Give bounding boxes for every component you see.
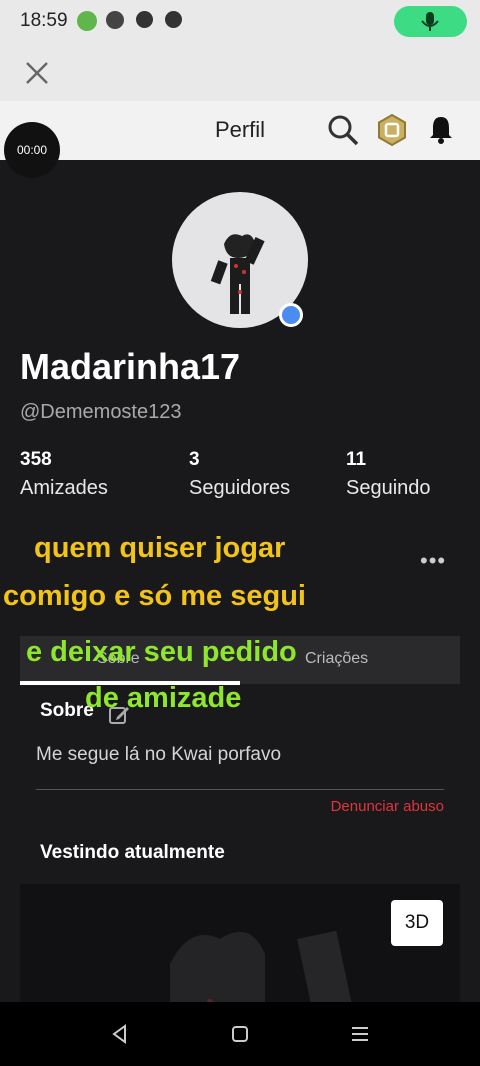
- followers-count[interactable]: 3: [189, 449, 200, 471]
- robux-icon[interactable]: [375, 113, 409, 147]
- notification-media-icon: [106, 11, 124, 29]
- bell-icon[interactable]: [424, 113, 458, 147]
- recents-nav-icon[interactable]: [346, 1020, 374, 1048]
- display-name: Madarinha17: [20, 346, 241, 387]
- search-icon[interactable]: [326, 113, 360, 147]
- overlay-caption-line-2: comigo e só me segui: [3, 580, 306, 612]
- home-nav-icon[interactable]: [226, 1020, 254, 1048]
- followers-label[interactable]: Seguidores: [189, 477, 290, 500]
- overlay-caption-line-4: de amizade: [85, 682, 242, 714]
- screen-recording-timer[interactable]: 00:00: [4, 122, 60, 178]
- about-description: Me segue lá no Kwai porfavo: [36, 744, 282, 765]
- tab-creations[interactable]: Criações: [305, 650, 368, 668]
- overlay-caption-line-3: e deixar seu pedido: [26, 636, 297, 668]
- notification-app-icon: [77, 11, 97, 31]
- currently-wearing-heading: Vestindo atualmente: [40, 842, 225, 863]
- mic-icon: [421, 12, 439, 31]
- overlay-caption-line-1: quem quiser jogar: [34, 532, 286, 564]
- friends-label[interactable]: Amizades: [20, 477, 108, 500]
- status-time: 18:59: [20, 10, 68, 31]
- soccer-ball-icon: [165, 11, 182, 28]
- following-count[interactable]: 11: [346, 449, 366, 471]
- back-nav-icon[interactable]: [106, 1020, 134, 1048]
- divider: [36, 789, 444, 790]
- following-label[interactable]: Seguindo: [346, 477, 431, 500]
- mic-indicator[interactable]: [394, 6, 467, 37]
- more-icon[interactable]: •••: [420, 548, 448, 573]
- soccer-ball-icon: [136, 11, 153, 28]
- view-3d-button[interactable]: 3D: [391, 900, 443, 946]
- online-status-dot: [279, 303, 303, 327]
- webview-close-bar: [0, 42, 480, 101]
- report-abuse-link[interactable]: Denunciar abuso: [331, 798, 444, 815]
- friends-count[interactable]: 358: [20, 449, 52, 471]
- close-icon[interactable]: [24, 60, 50, 86]
- username: @Dememoste123: [20, 401, 182, 423]
